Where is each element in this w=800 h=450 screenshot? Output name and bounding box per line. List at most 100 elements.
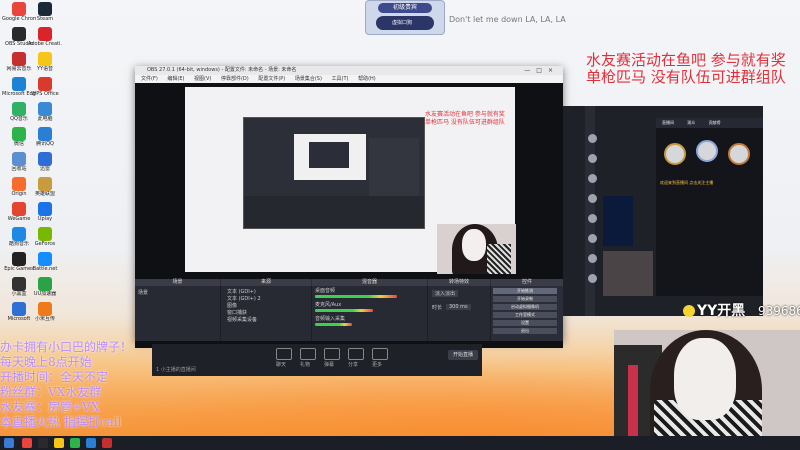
menu-help[interactable]: 帮助(H) [358, 76, 376, 82]
wechat-icon[interactable] [70, 438, 80, 448]
audio-mixer[interactable]: 桌面音频 麦克风/Aux 音频输入采集 [312, 286, 428, 341]
app-icon [38, 27, 52, 41]
studio-mode-button[interactable]: 工作室模式 [493, 312, 557, 318]
source-item[interactable]: 图像 [227, 302, 237, 309]
info-line: 本直播火热 指挥打call [0, 415, 122, 429]
tab-rank[interactable]: 贡献榜 [709, 120, 721, 125]
obs-title-bar[interactable]: OBS 27.0.1 (64-bit, windows) - 配置文件: 未命名… [135, 66, 563, 75]
streamer-info-text: 办卡拥有小口巴的牌子！ 每天晚上8点开始 开播时间：全天不定 粉丝群：VX水友群… [0, 340, 200, 430]
desktop-icon-label: 此电脑 [37, 116, 53, 122]
bar-item-label: 礼物 [300, 362, 311, 368]
rank-avatar[interactable] [728, 143, 750, 165]
tab-audience[interactable]: 观众 [687, 120, 695, 125]
exit-button[interactable]: 退出 [493, 328, 557, 334]
yy-stream-thumb [603, 251, 653, 296]
share-icon[interactable] [348, 348, 364, 360]
app-icon [12, 27, 26, 41]
source-item[interactable]: 文本 (GDI+) [227, 288, 256, 295]
yy-sidebar-avatar[interactable] [588, 134, 597, 143]
source-item[interactable]: 文本 (GDI+) 2 [227, 295, 261, 302]
yy-tabs[interactable]: 直播间 观众 贡献榜 [656, 118, 763, 128]
desktop-icon-label: WPS Office [31, 91, 59, 97]
start-streaming-button[interactable]: 开始推流 [493, 288, 557, 294]
yy-sidebar-avatar[interactable] [588, 254, 597, 263]
desktop-icon-label: Adobe Creati. [28, 41, 62, 47]
window-controls[interactable]: —□× [524, 66, 559, 75]
start-icon[interactable] [4, 438, 14, 448]
desktop-icon[interactable]: 小米互传 [28, 302, 62, 332]
info-line: 办卡拥有小口巴的牌子！ [0, 340, 133, 354]
yy-app-window[interactable]: 直播间 观众 贡献榜 欢迎来到直播间 点击关注主播 [563, 106, 763, 316]
qq-icon[interactable] [86, 438, 96, 448]
duration-input[interactable]: 300 ms [446, 304, 471, 310]
transitions-panel[interactable]: 淡入淡出 时长 300 ms [428, 286, 491, 341]
nested-side-panel [369, 138, 419, 198]
obs-title-text: OBS 27.0.1 (64-bit, windows) - 配置文件: 未命名… [147, 67, 297, 73]
app-icon [12, 52, 26, 66]
desktop-icon-label: GeForce [34, 241, 56, 247]
obs-window[interactable]: OBS 27.0.1 (64-bit, windows) - 配置文件: 未命名… [135, 66, 563, 348]
scene-item[interactable]: 场景 [138, 289, 148, 296]
menu-scene-collection[interactable]: 场景集合(S) [295, 76, 322, 82]
yy-sidebar-avatar[interactable] [588, 274, 597, 283]
desktop-icon-label: Steam [36, 16, 54, 22]
source-item[interactable]: 窗口捕获 [227, 309, 247, 316]
obs-icon[interactable] [38, 438, 48, 448]
scenes-dock-title: 场景 [135, 279, 220, 286]
app-icon [38, 302, 52, 316]
yy-sidebar-avatar[interactable] [588, 174, 597, 183]
gift-icon[interactable] [300, 348, 316, 360]
app-icon [12, 102, 26, 116]
yy-icon[interactable] [54, 438, 64, 448]
taskbar[interactable] [0, 436, 800, 450]
yy-sidebar-avatar[interactable] [588, 154, 597, 163]
menu-view[interactable]: 视图(V) [194, 76, 211, 82]
app-icon [12, 127, 26, 141]
tab-room[interactable]: 直播间 [662, 120, 674, 125]
obs-menu-bar[interactable]: 文件(F) 编辑(E) 视图(V) 停靠部件(D) 配置文件(P) 场景集合(S… [135, 75, 563, 83]
more-icon[interactable] [372, 348, 388, 360]
danmaku-icon[interactable] [324, 348, 340, 360]
info-line: 粉丝群：VX水友群 [0, 385, 102, 399]
app-icon [12, 302, 26, 316]
source-item[interactable]: 视频采集设备 [227, 316, 257, 323]
preview-webcam-face [462, 229, 486, 261]
music-icon[interactable] [102, 438, 112, 448]
menu-tools[interactable]: 工具(T) [332, 76, 349, 82]
settings-button[interactable]: 设置 [493, 320, 557, 326]
rank-avatar[interactable] [696, 140, 718, 162]
desktop-icon-label: 腾讯QQ [36, 141, 54, 147]
yy-sidebar-avatar[interactable] [588, 194, 597, 203]
mixer-track-label: 桌面音频 [315, 288, 336, 294]
app-icon [12, 227, 26, 241]
app-icon [12, 252, 26, 266]
app-icon [38, 177, 52, 191]
transitions-dock-title: 转场特效 [428, 279, 490, 286]
rank-avatar[interactable] [664, 143, 686, 165]
start-recording-button[interactable]: 开始录制 [493, 296, 557, 302]
yy-channel-thumb [603, 196, 633, 246]
yy-sidebar-avatar[interactable] [588, 214, 597, 223]
live-control-bar[interactable]: 1 小主播的直播间 聊天 礼物 弹幕 分享 更多 开始直播 [152, 344, 482, 376]
yy-sidebar-avatar[interactable] [588, 234, 597, 243]
menu-file[interactable]: 文件(F) [141, 76, 158, 82]
promo-line1: 水友赛活动在鱼吧 参与就有奖 [586, 51, 786, 69]
nested-promo-line2: 单枪匹马 没有队伍可进群组队 [425, 119, 505, 126]
yy-tip-text: 欢迎来到直播间 点击关注主播 [660, 180, 714, 185]
menu-profile[interactable]: 配置文件(P) [258, 76, 285, 82]
menu-edit[interactable]: 编辑(E) [167, 76, 184, 82]
now-playing-song: Don't let me down LA, LA, LA [449, 15, 566, 24]
yy-room-panel[interactable]: 直播间 观众 贡献榜 欢迎来到直播间 点击关注主播 [656, 118, 763, 296]
chat-icon[interactable] [276, 348, 292, 360]
chrome-icon[interactable] [22, 438, 32, 448]
virtual-camera-button[interactable]: 启动虚拟摄像机 [493, 304, 557, 310]
desktop-icon-label: YY语音 [36, 66, 54, 72]
sources-list[interactable]: 文本 (GDI+) 文本 (GDI+) 2 图像 窗口捕获 视频采集设备 [221, 286, 312, 341]
scenes-list[interactable]: 场景 [135, 286, 221, 341]
nested-dock [244, 196, 424, 228]
desktop-icon-label: UU加速器 [33, 291, 57, 297]
transition-select[interactable]: 淡入淡出 [432, 290, 459, 297]
menu-docks[interactable]: 停靠部件(D) [221, 76, 249, 82]
go-live-button[interactable]: 开始直播 [448, 350, 478, 360]
mixer-level-meter [315, 323, 352, 326]
